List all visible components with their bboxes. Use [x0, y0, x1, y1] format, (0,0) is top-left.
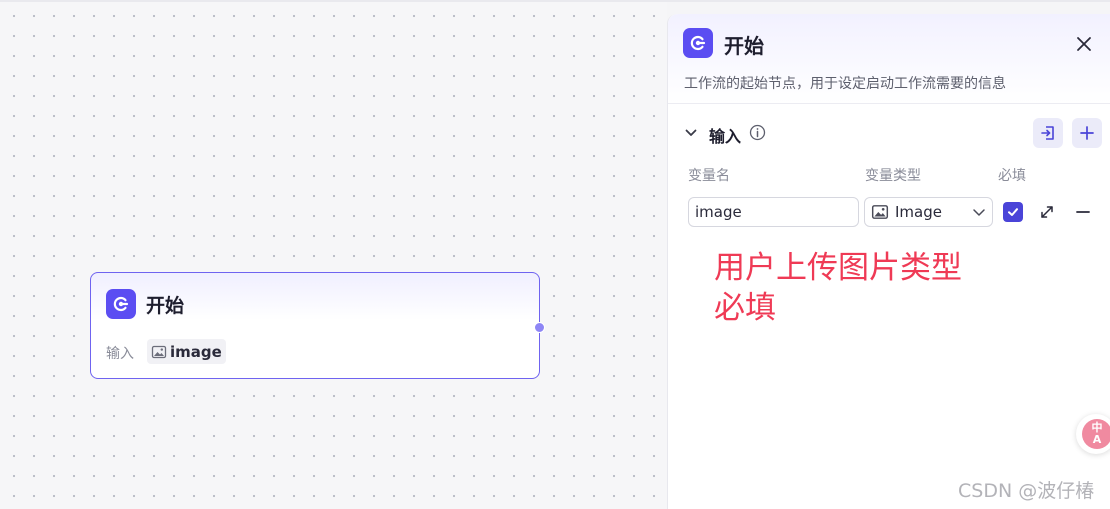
add-variable-button[interactable]	[1072, 118, 1102, 148]
variable-name-input[interactable]	[688, 197, 859, 227]
image-icon	[871, 205, 889, 219]
input-section-title: 输入	[709, 127, 742, 146]
required-checkbox[interactable]	[1003, 202, 1023, 222]
node-input-chip-label: image	[170, 342, 222, 361]
image-icon	[151, 345, 167, 358]
import-icon	[1041, 126, 1054, 140]
variable-type-label: Image	[895, 203, 942, 221]
panel-header: 开始 工作流的起始节点，用于设定启动工作流需要的信息	[668, 14, 1110, 104]
check-icon	[1008, 208, 1018, 216]
column-header-required: 必填	[998, 168, 1026, 184]
start-node-icon	[683, 28, 713, 58]
translate-icon: 中 A	[1082, 419, 1110, 449]
start-node-icon	[106, 289, 136, 319]
plus-icon	[1080, 126, 1094, 140]
chevron-down-icon[interactable]	[684, 126, 698, 140]
panel-description: 工作流的起始节点，用于设定启动工作流需要的信息	[684, 76, 1006, 92]
node-settings-panel: 开始 工作流的起始节点，用于设定启动工作流需要的信息 输入 变量名 变量类型 必…	[667, 14, 1110, 509]
panel-title: 开始	[724, 34, 764, 58]
import-variable-button[interactable]	[1033, 118, 1063, 148]
node-title: 开始	[146, 295, 185, 317]
minus-icon[interactable]	[1074, 203, 1092, 221]
info-icon[interactable]	[749, 124, 766, 141]
chevron-down-icon	[973, 209, 985, 216]
translate-icon-label: 中 A	[1091, 421, 1103, 446]
close-icon[interactable]	[1074, 34, 1094, 54]
column-header-name: 变量名	[688, 168, 730, 184]
start-node[interactable]: 开始 输入 image	[90, 272, 545, 379]
node-input-label: 输入	[106, 346, 134, 362]
translate-button[interactable]: 中 A	[1076, 414, 1110, 454]
watermark: CSDN @波仔椿	[958, 480, 1095, 502]
column-header-type: 变量类型	[865, 168, 921, 184]
top-divider	[0, 0, 1110, 2]
annotation-text: 用户上传图片类型 必填	[714, 250, 962, 326]
variable-type-select[interactable]: Image	[864, 197, 993, 227]
node-input-chip: image	[147, 339, 226, 364]
workflow-canvas[interactable]	[0, 0, 667, 509]
expand-icon[interactable]	[1038, 203, 1056, 221]
node-output-handle[interactable]	[534, 322, 545, 333]
